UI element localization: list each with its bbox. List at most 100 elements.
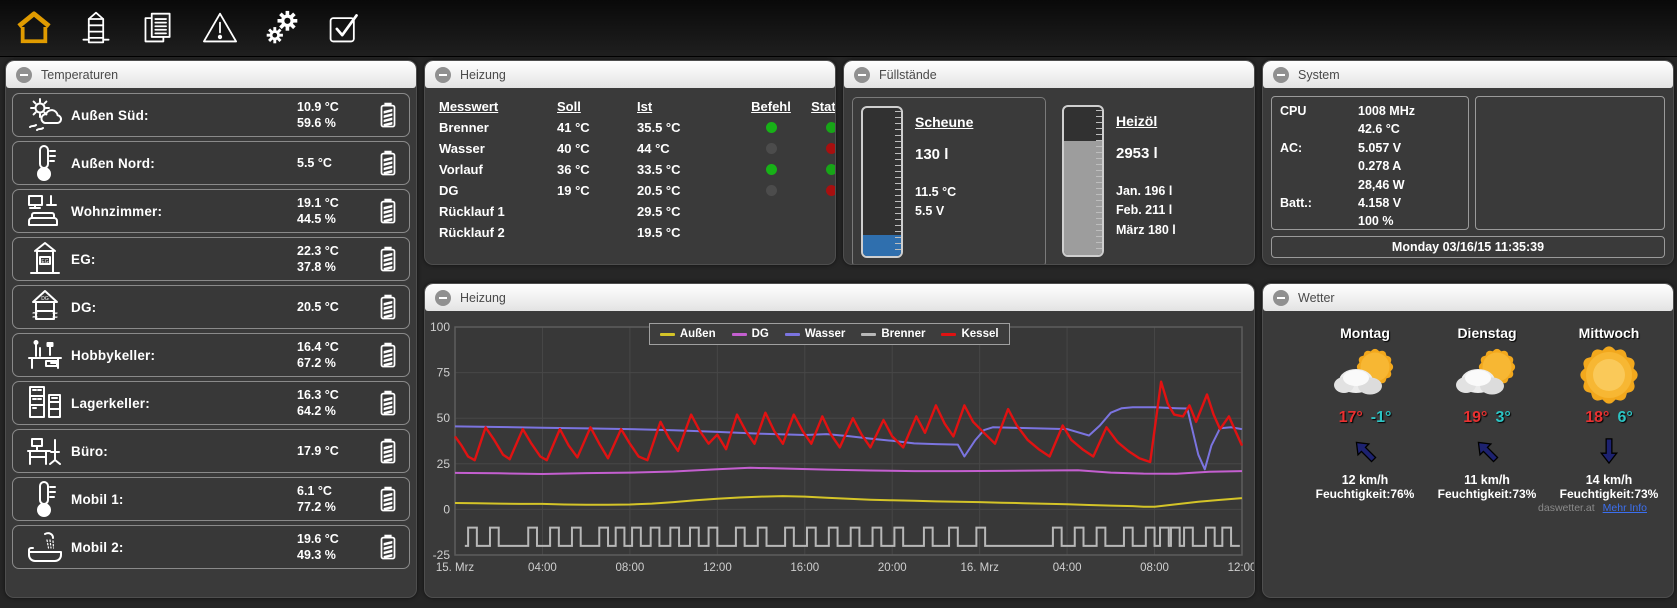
panel-heizung-chart-header: Heizung [425, 284, 1254, 311]
room-label: Hobbykeller: [71, 348, 297, 363]
messwert-name: Rücklauf 1 [439, 204, 557, 219]
panel-fuellstaende-header: Füllstände [844, 61, 1254, 88]
temp-low: 6° [1617, 409, 1632, 427]
stat-value: 5.057 V [1358, 139, 1460, 157]
room-label: Außen Süd: [71, 108, 297, 123]
col-messwert: Messwert [439, 99, 557, 114]
checkbox-icon[interactable] [324, 8, 364, 48]
messwert-name: Rücklauf 2 [439, 225, 557, 240]
temperature-row[interactable]: Außen Nord: 5.5 °C [12, 141, 410, 185]
tank-scale-ticks [1092, 110, 1102, 252]
humidity-text: Feuchtigkeit:76% [1316, 487, 1415, 501]
temperature-row[interactable]: Außen Süd: 10.9 °C 59.6 % [12, 93, 410, 137]
temperature-row[interactable]: EG EG: 22.3 °C 37.8 % [12, 237, 410, 281]
system-stat-row: CPU 1008 MHz [1280, 102, 1460, 120]
status-indicator [826, 185, 837, 196]
gears-icon[interactable] [262, 8, 302, 48]
col-status: Status [801, 99, 836, 114]
befehl-indicator[interactable] [766, 143, 777, 154]
tank-scale-ticks [891, 111, 901, 253]
temperature-row[interactable]: Wohnzimmer: 19.1 °C 44.5 % [12, 189, 410, 233]
status-indicator [826, 227, 837, 238]
collapse-icon[interactable] [435, 290, 451, 306]
svg-text:08:00: 08:00 [1140, 562, 1169, 574]
ist-value: 29.5 °C [637, 204, 741, 219]
legend-color-dash [785, 333, 800, 336]
svg-text:12:00: 12:00 [1228, 562, 1254, 574]
soll-value: 19 °C [557, 183, 637, 198]
legend-item: Außen [660, 328, 716, 340]
tank-volume: 2953 l [1116, 145, 1176, 162]
svg-text:EG: EG [41, 259, 48, 265]
collapse-icon[interactable] [1273, 67, 1289, 83]
svg-text:20:00: 20:00 [878, 562, 907, 574]
ist-value: 44 °C [637, 141, 741, 156]
temperature-row[interactable]: Hobbykeller: 16.4 °C 67.2 % [12, 333, 410, 377]
svg-text:16:00: 16:00 [790, 562, 819, 574]
heizung-table-row: DG 19 °C 20.5 °C [439, 180, 821, 201]
room-label: DG: [71, 300, 297, 315]
temp-low: 3° [1495, 409, 1510, 427]
system-stat-row: Batt.: 4.158 V [1280, 194, 1460, 212]
collapse-icon[interactable] [16, 67, 32, 83]
collapse-icon[interactable] [854, 67, 870, 83]
weather-sun-icon [1573, 341, 1645, 409]
temp-low: -1° [1371, 409, 1392, 427]
svg-text:04:00: 04:00 [1053, 562, 1082, 574]
warning-icon[interactable] [200, 8, 240, 48]
battery-icon [367, 527, 401, 567]
legend-color-dash [660, 333, 675, 336]
panel-title: Heizung [460, 291, 506, 305]
temperature-value: 17.9 °C [297, 444, 339, 458]
weather-more-info-link[interactable]: Mehr Info [1603, 502, 1647, 514]
panel-system-header: System [1263, 61, 1673, 88]
temperature-value: 6.1 °C [297, 484, 332, 498]
office-desk-icon [19, 432, 71, 470]
temperature-row[interactable]: Mobil 1: 6.1 °C 77.2 % [12, 477, 410, 521]
heizung-table-row: Brenner 41 °C 35.5 °C [439, 117, 821, 138]
stat-label [1280, 212, 1358, 230]
system-stat-row: 100 % [1280, 212, 1460, 230]
weather-source: daswetter.at [1538, 502, 1595, 514]
befehl-indicator[interactable] [766, 164, 777, 175]
sun-cloud-icon [19, 97, 71, 133]
collapse-icon[interactable] [435, 67, 451, 83]
main-toolbar [0, 0, 1677, 57]
system-stat-row: 0.278 A [1280, 157, 1460, 175]
befehl-indicator[interactable] [766, 185, 777, 196]
svg-text:16. Mrz: 16. Mrz [960, 562, 999, 574]
tank-detail: Jan. 196 l [1116, 182, 1176, 201]
legend-color-dash [861, 333, 876, 336]
temperature-row[interactable]: Lagerkeller: 16.3 °C 64.2 % [12, 381, 410, 425]
temperature-row[interactable]: Mobil 2: 19.6 °C 49.3 % [12, 525, 410, 569]
panel-title: Heizung [460, 68, 506, 82]
battery-icon [367, 383, 401, 423]
svg-text:75: 75 [437, 366, 451, 380]
temperature-row[interactable]: Büro: 17.9 °C [12, 429, 410, 473]
temperature-value: 16.3 °C [297, 388, 339, 402]
home-icon[interactable] [14, 8, 54, 48]
stat-label [1280, 157, 1358, 175]
befehl-indicator[interactable] [766, 206, 777, 217]
temp-high: 19° [1463, 409, 1487, 427]
weather-sun-cloud-icon [1329, 341, 1401, 409]
day-name: Dienstag [1457, 325, 1516, 341]
humidity-text: Feuchtigkeit:73% [1438, 487, 1537, 501]
befehl-indicator[interactable] [766, 122, 777, 133]
stat-label: Batt.: [1280, 194, 1358, 212]
wind-direction-arrow [1476, 431, 1498, 471]
temperature-row[interactable]: DG DG: 20.5 °C [12, 285, 410, 329]
building-icon[interactable] [76, 8, 116, 48]
collapse-icon[interactable] [1273, 290, 1289, 306]
befehl-indicator[interactable] [766, 227, 777, 238]
legend-label: Kessel [961, 328, 998, 340]
system-empty-box [1475, 96, 1665, 230]
temperature-value: 16.4 °C [297, 340, 339, 354]
ist-value: 19.5 °C [637, 225, 741, 240]
humidity-value: 64.2 % [297, 404, 336, 418]
pages-icon[interactable] [138, 8, 178, 48]
house-eg-icon: EG [19, 239, 71, 279]
heizung-table: Messwert Soll Ist Befehl Status Brenner … [425, 88, 835, 251]
system-stats-box: CPU 1008 MHz 42.6 °C AC: 5.057 V [1271, 96, 1469, 230]
legend-item: Wasser [785, 328, 846, 340]
